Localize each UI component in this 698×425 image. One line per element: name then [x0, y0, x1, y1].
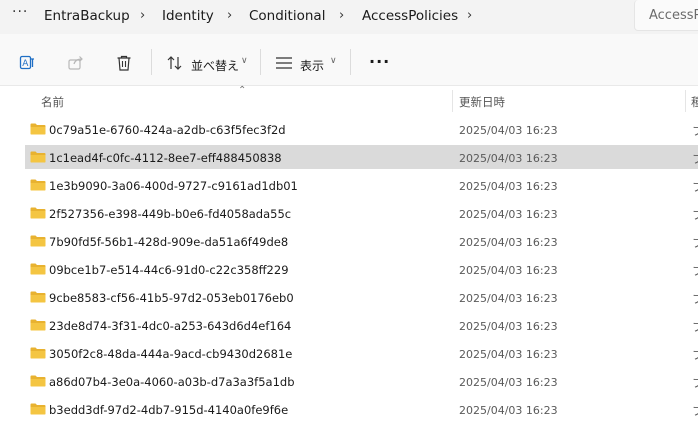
toolbar-divider: [350, 49, 351, 75]
file-row[interactable]: 3050f2c8-48da-444a-9acd-cb9430d2681e 2025…: [25, 341, 698, 365]
file-modified: 2025/04/03 16:23: [459, 180, 558, 193]
file-name: 9cbe8583-cf56-41b5-97d2-053eb0176eb0: [49, 291, 294, 305]
file-row[interactable]: 23de8d74-3f31-4dc0-a253-643d6d4ef164 2025…: [25, 313, 698, 337]
chevron-right-icon[interactable]: ›: [140, 8, 145, 23]
column-header-row: ⌃ 名前 更新日時 種: [0, 85, 698, 112]
view-icon[interactable]: [275, 56, 293, 70]
file-row[interactable]: 1c1ead4f-c0fc-4112-8ee7-eff488450838 2025…: [25, 145, 698, 169]
share-icon[interactable]: [67, 54, 85, 72]
file-type: フ: [692, 208, 698, 222]
file-name: 0c79a51e-6760-424a-a2db-c63f5fec3f2d: [49, 123, 286, 137]
file-name: b3edd3df-97d2-4db7-915d-4140a0fe9f6e: [49, 403, 289, 417]
file-type: フ: [692, 124, 698, 138]
file-row[interactable]: 09bce1b7-e514-44c6-91d0-c22c358ff229 2025…: [25, 257, 698, 281]
delete-icon[interactable]: [115, 54, 133, 72]
file-modified: 2025/04/03 16:23: [459, 152, 558, 165]
file-row[interactable]: a86d07b4-3e0a-4060-a03b-d7a3a3f5a1db 2025…: [25, 369, 698, 393]
sort-button[interactable]: 並べ替え: [191, 57, 239, 74]
chevron-right-icon[interactable]: ›: [227, 8, 232, 23]
breadcrumb-accesspolicies[interactable]: AccessPolicies: [362, 8, 458, 24]
file-name: 1e3b9090-3a06-400d-9727-c9161ad1db01: [49, 179, 298, 193]
folder-icon: [30, 403, 46, 415]
folder-icon: [30, 179, 46, 191]
breadcrumb-entrabackup[interactable]: EntraBackup: [44, 8, 130, 24]
folder-icon: [30, 375, 46, 387]
file-modified: 2025/04/03 16:23: [459, 320, 558, 333]
folder-icon: [30, 319, 46, 331]
column-resize-handle[interactable]: [452, 90, 453, 112]
address-bar: ··· EntraBackup › Identity › Conditional…: [0, 0, 698, 34]
column-header-name[interactable]: 名前: [41, 94, 64, 110]
file-modified: 2025/04/03 16:23: [459, 124, 558, 137]
chevron-right-icon[interactable]: ›: [339, 8, 344, 23]
file-name: 09bce1b7-e514-44c6-91d0-c22c358ff229: [49, 263, 289, 277]
file-modified: 2025/04/03 16:23: [459, 348, 558, 361]
file-type: フ: [692, 236, 698, 250]
search-placeholder: AccessP: [649, 8, 698, 23]
translate-icon[interactable]: A: [19, 54, 37, 72]
sort-up-icon: ⌃: [238, 85, 247, 96]
toolbar-divider: [260, 49, 261, 75]
file-row[interactable]: b3edd3df-97d2-4db7-915d-4140a0fe9f6e 2025…: [25, 397, 698, 421]
file-type: フ: [692, 264, 698, 278]
chevron-down-icon[interactable]: ∨: [330, 56, 337, 66]
file-modified: 2025/04/03 16:23: [459, 404, 558, 417]
file-type: フ: [692, 348, 698, 362]
sort-icon[interactable]: [166, 55, 184, 71]
breadcrumb-identity[interactable]: Identity: [162, 8, 214, 24]
folder-icon: [30, 123, 46, 135]
search-box[interactable]: AccessP: [634, 0, 698, 31]
folder-icon: [30, 207, 46, 219]
chevron-right-icon[interactable]: ›: [467, 8, 472, 23]
command-bar: A 並べ替え ∨ 表示 ∨ ···: [0, 34, 698, 86]
file-type: フ: [692, 404, 698, 418]
file-row[interactable]: 7b90fd5f-56b1-428d-909e-da51a6f49de8 2025…: [25, 229, 698, 253]
folder-icon: [30, 235, 46, 247]
file-type: フ: [692, 180, 698, 194]
svg-text:A: A: [22, 59, 29, 69]
file-modified: 2025/04/03 16:23: [459, 236, 558, 249]
file-name: a86d07b4-3e0a-4060-a03b-d7a3a3f5a1db: [49, 375, 295, 389]
file-name: 3050f2c8-48da-444a-9acd-cb9430d2681e: [49, 347, 293, 361]
more-crumbs-button[interactable]: ···: [12, 4, 28, 20]
file-row[interactable]: 1e3b9090-3a06-400d-9727-c9161ad1db01 2025…: [25, 173, 698, 197]
column-resize-handle[interactable]: [685, 90, 686, 112]
more-options-button[interactable]: ···: [369, 52, 390, 71]
file-modified: 2025/04/03 16:23: [459, 264, 558, 277]
file-type: フ: [692, 376, 698, 390]
file-modified: 2025/04/03 16:23: [459, 376, 558, 389]
folder-icon: [30, 263, 46, 275]
file-row[interactable]: 2f527356-e398-449b-b0e6-fd4058ada55c 2025…: [25, 201, 698, 225]
folder-icon: [30, 151, 46, 163]
file-row[interactable]: 0c79a51e-6760-424a-a2db-c63f5fec3f2d 2025…: [25, 117, 698, 141]
toolbar-divider: [151, 49, 152, 75]
view-button[interactable]: 表示: [300, 57, 324, 74]
file-type: フ: [692, 152, 698, 166]
column-header-modified[interactable]: 更新日時: [459, 94, 505, 110]
folder-icon: [30, 291, 46, 303]
file-name: 2f527356-e398-449b-b0e6-fd4058ada55c: [49, 207, 292, 221]
file-name: 23de8d74-3f31-4dc0-a253-643d6d4ef164: [49, 319, 292, 333]
file-type: フ: [692, 320, 698, 334]
file-name: 1c1ead4f-c0fc-4112-8ee7-eff488450838: [49, 151, 282, 165]
folder-icon: [30, 347, 46, 359]
file-name: 7b90fd5f-56b1-428d-909e-da51a6f49de8: [49, 235, 289, 249]
file-modified: 2025/04/03 16:23: [459, 292, 558, 305]
column-header-type[interactable]: 種: [691, 94, 698, 110]
breadcrumb-conditional[interactable]: Conditional: [249, 8, 325, 24]
file-type: フ: [692, 292, 698, 306]
file-row[interactable]: 9cbe8583-cf56-41b5-97d2-053eb0176eb0 2025…: [25, 285, 698, 309]
file-modified: 2025/04/03 16:23: [459, 208, 558, 221]
chevron-down-icon[interactable]: ∨: [241, 56, 248, 66]
